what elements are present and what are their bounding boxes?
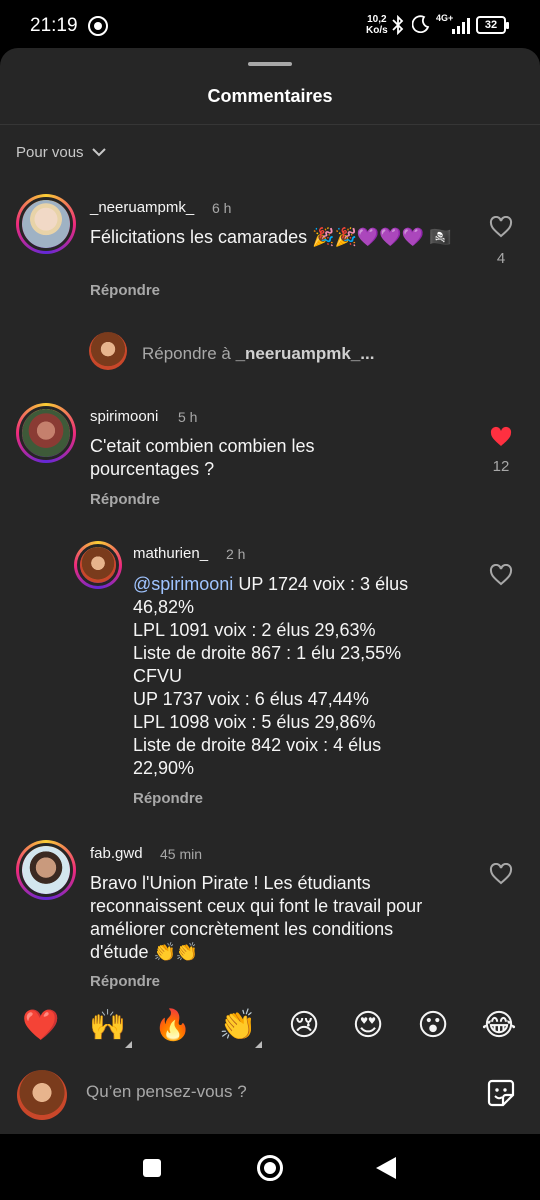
skin-tone-indicator — [255, 1041, 262, 1048]
reply-to-prompt[interactable]: Répondre à _neeruampmk_... — [142, 344, 374, 364]
moon-icon — [411, 15, 430, 38]
emoji-raised-hands[interactable]: 🙌 — [88, 1006, 132, 1048]
reply-text-line: 46,82% — [133, 597, 195, 617]
comment-text: Félicitations les camarades 🎉🎉💜💜💜 🏴‍☠️ — [90, 227, 452, 247]
reply-text: @spirimooni UP 1724 voix : 3 élus 46,82%… — [133, 573, 473, 780]
sticker-icon[interactable] — [486, 1078, 516, 1108]
emoji-heart-eyes[interactable]: 😍 — [348, 1006, 388, 1046]
comment-username[interactable]: spirimooni — [90, 408, 158, 425]
mention-link[interactable]: @spirimooni — [133, 574, 233, 594]
reply-text-line: UP 1737 voix : 6 élus 47,44% — [133, 689, 369, 709]
comment-text: Bravo l'Union Pirate ! Les étudiants rec… — [90, 872, 480, 964]
system-nav-bar — [0, 1134, 540, 1200]
emoji-quick-bar: ❤️ 🙌 🔥 👏 😢 😍 😮 😂 — [0, 1006, 540, 1062]
reply-text-line: 22,90% — [133, 758, 195, 778]
avatar — [89, 332, 127, 370]
network-speed-value: 10,2 — [367, 14, 387, 25]
heart-filled-icon[interactable] — [488, 426, 514, 453]
emoji-clap[interactable]: 👏 — [218, 1006, 262, 1048]
reply-text-line: UP 1724 voix : 3 élus — [233, 574, 409, 594]
chevron-down-icon — [91, 148, 106, 157]
comment-text-line: améliorer concrètement les conditions — [90, 919, 394, 939]
sort-label: Pour vous — [16, 144, 84, 161]
signal-app-icon — [88, 16, 108, 36]
reply-button[interactable]: Répondre — [90, 491, 160, 508]
avatar[interactable] — [16, 840, 76, 900]
sort-dropdown[interactable]: Pour vous — [16, 144, 106, 161]
drag-handle[interactable] — [248, 62, 292, 66]
avatar[interactable] — [16, 194, 76, 254]
like-count: 4 — [496, 250, 506, 267]
reply-text-line: LPL 1098 voix : 5 élus 29,86% — [133, 712, 376, 732]
reply-text-line: Liste de droite 842 voix : 4 élus — [133, 735, 382, 755]
bluetooth-icon — [392, 14, 404, 40]
heart-icon[interactable] — [488, 563, 514, 591]
reply-button[interactable]: Répondre — [90, 282, 160, 299]
recent-apps-button[interactable] — [143, 1159, 161, 1177]
network-speed: 10,2 Ko/s — [366, 14, 388, 36]
divider — [0, 124, 540, 125]
heart-icon[interactable] — [488, 215, 514, 243]
emoji-fire[interactable]: 🔥 — [153, 1006, 193, 1046]
sheet-title: Commentaires — [207, 86, 333, 106]
emoji-glyph: 🙌 — [89, 1009, 127, 1042]
comment-text-line: d'étude 👏👏 — [90, 942, 199, 962]
reply-button[interactable]: Répondre — [133, 790, 203, 807]
comment-text-line: Bravo l'Union Pirate ! Les étudiants — [90, 873, 371, 893]
avatar[interactable] — [16, 403, 76, 463]
comment-time: 45 min — [160, 846, 203, 862]
reply-to-username: _neeruampmk_... — [235, 344, 375, 363]
avatar — [17, 1070, 67, 1120]
skin-tone-indicator — [125, 1041, 132, 1048]
reply-button[interactable]: Répondre — [90, 973, 160, 990]
comment-text: C'etait combien combien les pourcentages… — [90, 436, 315, 479]
reply-text-line: CFVU — [133, 666, 182, 686]
status-time: 21:19 — [30, 15, 78, 36]
reply-text-line: Liste de droite 867 : 1 élu 23,55% — [133, 643, 402, 663]
comment-time: 5 h — [178, 409, 198, 425]
comment-input[interactable]: Qu’en pensez-vous ? — [86, 1082, 247, 1102]
emoji-crying[interactable]: 😢 — [284, 1006, 324, 1046]
comments-sheet: Commentaires Pour vous _neeruampmk_ 6 h … — [0, 48, 540, 1134]
avatar[interactable] — [74, 541, 122, 589]
reply-to-prefix: Répondre à — [142, 344, 236, 363]
emoji-glyph: 👏 — [219, 1009, 257, 1042]
comment-text-line: reconnaissent ceux qui font le travail p… — [90, 896, 423, 916]
network-speed-unit: Ko/s — [366, 25, 388, 36]
comment-composer: Qu’en pensez-vous ? — [0, 1062, 540, 1132]
like-count: 12 — [492, 458, 510, 475]
comment-time: 6 h — [212, 200, 232, 216]
back-button[interactable] — [376, 1157, 396, 1179]
reply-time: 2 h — [226, 546, 246, 562]
cell-signal-icon — [450, 18, 470, 34]
comment-username[interactable]: _neeruampmk_ — [90, 199, 194, 216]
reply-username[interactable]: mathurien_ — [133, 545, 208, 562]
emoji-laughing[interactable]: 😂 — [479, 1006, 519, 1046]
emoji-heart[interactable]: ❤️ — [21, 1006, 61, 1046]
emoji-surprised[interactable]: 😮 — [413, 1006, 453, 1046]
home-button[interactable] — [257, 1155, 283, 1181]
reply-text-line: LPL 1091 voix : 2 élus 29,63% — [133, 620, 376, 640]
comment-username[interactable]: fab.gwd — [90, 845, 143, 862]
battery-icon: 32 — [476, 16, 509, 34]
heart-icon[interactable] — [488, 862, 514, 890]
